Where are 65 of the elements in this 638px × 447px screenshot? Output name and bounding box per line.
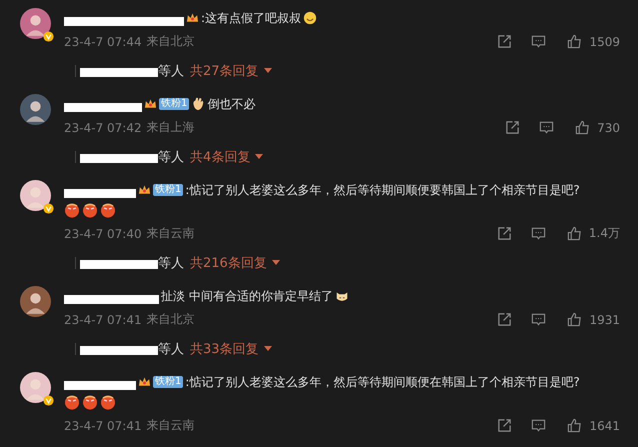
comment-location: 来自上海 [146, 119, 195, 136]
like-count: 1509 [589, 34, 620, 48]
like-count: 1641 [589, 418, 620, 432]
avatar[interactable] [20, 8, 51, 39]
reply-users-text: 等人 [158, 148, 184, 166]
redaction-mark [64, 188, 136, 198]
comment-date: 23-4-7 07:42 [64, 120, 142, 134]
share-icon[interactable] [497, 418, 512, 433]
like-count: 1.4万 [588, 225, 620, 242]
comment-icon[interactable] [531, 312, 546, 327]
comment-text: :惦记了别人老婆这么多年，然后等待期间顺便要韩国上了个相亲节目是吧? [185, 182, 580, 198]
angry-emoji [100, 202, 116, 218]
caret-icon [264, 68, 272, 73]
comment-location: 来自云南 [146, 417, 195, 434]
fan-badge: 铁粉1 [153, 376, 184, 388]
avatar[interactable] [20, 180, 51, 211]
comment-icon[interactable] [531, 34, 546, 49]
share-icon[interactable] [496, 226, 512, 241]
like-icon[interactable] [567, 418, 582, 433]
like-icon[interactable] [566, 226, 582, 241]
reply-users-text: 等人 [158, 254, 184, 272]
avatar[interactable] [20, 94, 51, 125]
replies-link[interactable]: 共216条回复 [190, 254, 280, 272]
fan-badge: 铁粉1 [159, 98, 190, 110]
like-icon[interactable] [575, 120, 590, 135]
caret-icon [255, 154, 264, 159]
reply-users-text: 等人 [158, 62, 184, 80]
reply-users-text: 等人 [158, 340, 184, 358]
comment-date: 23-4-7 07:41 [64, 312, 142, 326]
like-icon[interactable] [567, 312, 582, 327]
smile-emoji [303, 11, 318, 25]
share-icon[interactable] [497, 312, 512, 327]
angry-emoji [64, 394, 80, 410]
comment-text: 倒也不必 [207, 96, 256, 112]
angry-emoji [64, 202, 80, 218]
caret-icon [264, 346, 272, 351]
avatar[interactable] [20, 372, 51, 403]
replies-link[interactable]: 共4条回复 [190, 148, 264, 166]
angry-emoji [82, 202, 98, 218]
comment-text: :惦记了别人老婆这么多年，然后等待期间顺便在韩国上了个相亲节目是吧? [185, 374, 580, 390]
comment-location: 来自云南 [146, 225, 195, 242]
caret-icon [272, 260, 280, 265]
replies-link[interactable]: 共33条回复 [190, 340, 272, 358]
like-count: 730 [597, 120, 620, 134]
comment-icon[interactable] [539, 120, 554, 135]
fan-badge: 铁粉1 [153, 184, 184, 196]
comment-date: 23-4-7 07:40 [64, 226, 142, 240]
replies-link[interactable]: 共27条回复 [190, 62, 272, 80]
comment-location: 来自北京 [146, 311, 195, 328]
like-count: 1931 [589, 312, 620, 326]
angry-emoji [82, 394, 98, 410]
ok-hand-emoji [191, 97, 206, 111]
redaction-mark [64, 380, 136, 390]
comment-location: 来自北京 [146, 33, 195, 50]
comment-date: 23-4-7 07:44 [64, 34, 142, 48]
share-icon[interactable] [497, 34, 512, 49]
comment-icon[interactable] [531, 418, 546, 433]
avatar[interactable] [20, 286, 51, 317]
like-icon[interactable] [567, 34, 582, 49]
comment-date: 23-4-7 07:41 [64, 418, 142, 432]
comment-icon[interactable] [530, 226, 546, 241]
angry-emoji [100, 394, 116, 410]
comment-text: :这有点假了吧叔叔 [201, 10, 302, 26]
share-icon[interactable] [505, 120, 520, 135]
comment-text: 扯淡 中间有合适的你肯定早结了 [161, 288, 333, 304]
